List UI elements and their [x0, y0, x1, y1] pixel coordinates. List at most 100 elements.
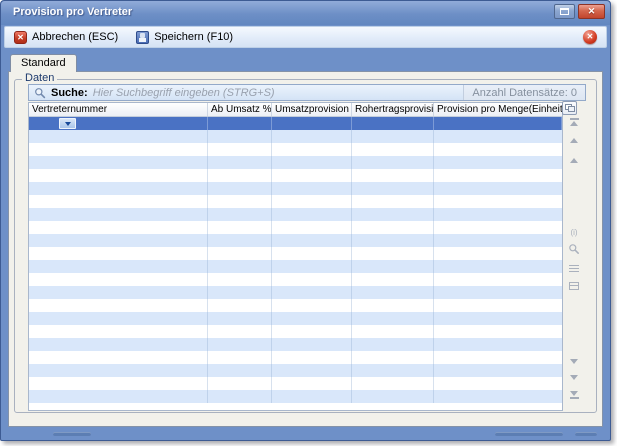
next-record-button[interactable] [568, 359, 580, 364]
table-cell [272, 351, 352, 364]
table-cell [272, 221, 352, 234]
table-cell [208, 130, 272, 143]
close-icon: ✕ [588, 6, 596, 16]
next-record-icon [570, 359, 578, 364]
table-row[interactable] [29, 247, 562, 260]
cancel-button[interactable]: ✕ Abbrechen (ESC) [14, 31, 118, 44]
table-cell [434, 312, 562, 325]
next-page-icon [570, 375, 578, 380]
table-cell [434, 208, 562, 221]
column-header[interactable]: Umsatzprovision [272, 103, 352, 116]
table-cell [29, 247, 208, 260]
table-cell [208, 156, 272, 169]
table-row[interactable] [29, 234, 562, 247]
stop-button[interactable]: ✕ [583, 30, 597, 44]
column-header[interactable]: Provision pro Menge(Einheit) [434, 103, 562, 116]
table-cell [272, 377, 352, 390]
notes-button[interactable] [569, 265, 579, 273]
cell-dropdown-button[interactable] [59, 118, 76, 129]
column-header[interactable]: Vertreternummer [29, 103, 208, 116]
close-button[interactable]: ✕ [578, 4, 605, 19]
table-cell [272, 247, 352, 260]
table-cell [272, 130, 352, 143]
tab-page: Daten Suche: Hier Suchbegriff eingeben (… [8, 71, 603, 427]
table-cell [352, 273, 434, 286]
table-cell [352, 364, 434, 377]
table-cell [272, 117, 352, 130]
column-header[interactable]: Ab Umsatz % [208, 103, 272, 116]
tab-standard[interactable]: Standard [10, 54, 77, 72]
frame-ornament [495, 432, 563, 436]
data-grid: VertreternummerAb Umsatz %Umsatzprovisio… [28, 102, 563, 411]
previous-page-button[interactable] [568, 138, 580, 143]
table-cell [352, 117, 434, 130]
chevron-down-icon [65, 122, 71, 126]
table-row[interactable] [29, 182, 562, 195]
table-cell [352, 325, 434, 338]
table-row[interactable] [29, 117, 562, 130]
previous-record-button[interactable] [568, 158, 580, 163]
restore-icon [560, 8, 569, 15]
table-row[interactable] [29, 299, 562, 312]
table-cell [208, 286, 272, 299]
table-row[interactable] [29, 325, 562, 338]
table-row[interactable] [29, 221, 562, 234]
table-cell [434, 377, 562, 390]
cancel-icon: ✕ [14, 31, 27, 44]
table-row[interactable] [29, 156, 562, 169]
table-cell [434, 260, 562, 273]
groupbox-label: Daten [22, 72, 57, 84]
table-cell [29, 182, 208, 195]
search-input[interactable]: Hier Suchbegriff eingeben (STRG+S) [93, 87, 464, 99]
column-header[interactable]: Rohertragsprovision [352, 103, 434, 116]
table-cell [434, 143, 562, 156]
table-row[interactable] [29, 377, 562, 390]
table-row[interactable] [29, 260, 562, 273]
table-cell [434, 390, 562, 403]
table-row[interactable] [29, 351, 562, 364]
previous-page-icon [570, 138, 578, 143]
table-cell [272, 312, 352, 325]
restore-button[interactable] [554, 4, 575, 19]
record-info-button[interactable]: (i) [565, 228, 583, 237]
table-row[interactable] [29, 273, 562, 286]
search-records-button[interactable] [568, 243, 580, 255]
table-row[interactable] [29, 390, 562, 403]
table-row[interactable] [29, 364, 562, 377]
table-cell [29, 390, 208, 403]
table-cell [208, 234, 272, 247]
frame-ornament [53, 432, 91, 436]
table-row[interactable] [29, 169, 562, 182]
record-count: Anzahl Datensätze: 0 [463, 85, 585, 100]
table-cell [434, 234, 562, 247]
table-row[interactable] [29, 143, 562, 156]
table-cell [272, 156, 352, 169]
table-cell [352, 143, 434, 156]
table-row[interactable] [29, 195, 562, 208]
table-row[interactable] [29, 208, 562, 221]
save-button[interactable]: Speichern (F10) [136, 31, 233, 44]
table-cell [352, 208, 434, 221]
last-record-icon [570, 391, 578, 396]
table-cell [208, 377, 272, 390]
last-record-button[interactable] [568, 391, 580, 399]
table-cell [434, 117, 562, 130]
table-row[interactable] [29, 338, 562, 351]
table-cell [272, 143, 352, 156]
table-cell [29, 260, 208, 273]
table-row[interactable] [29, 286, 562, 299]
column-chooser-button[interactable] [562, 101, 577, 115]
table-cell [272, 234, 352, 247]
table-cell [208, 299, 272, 312]
next-page-button[interactable] [568, 375, 580, 380]
table-view-button[interactable] [569, 282, 579, 290]
table-cell [434, 364, 562, 377]
table-row[interactable] [29, 312, 562, 325]
table-cell [352, 195, 434, 208]
table-cell [208, 273, 272, 286]
table-cell [29, 221, 208, 234]
table-row[interactable] [29, 130, 562, 143]
table-cell [434, 195, 562, 208]
table-cell [272, 286, 352, 299]
first-record-button[interactable] [568, 118, 580, 126]
